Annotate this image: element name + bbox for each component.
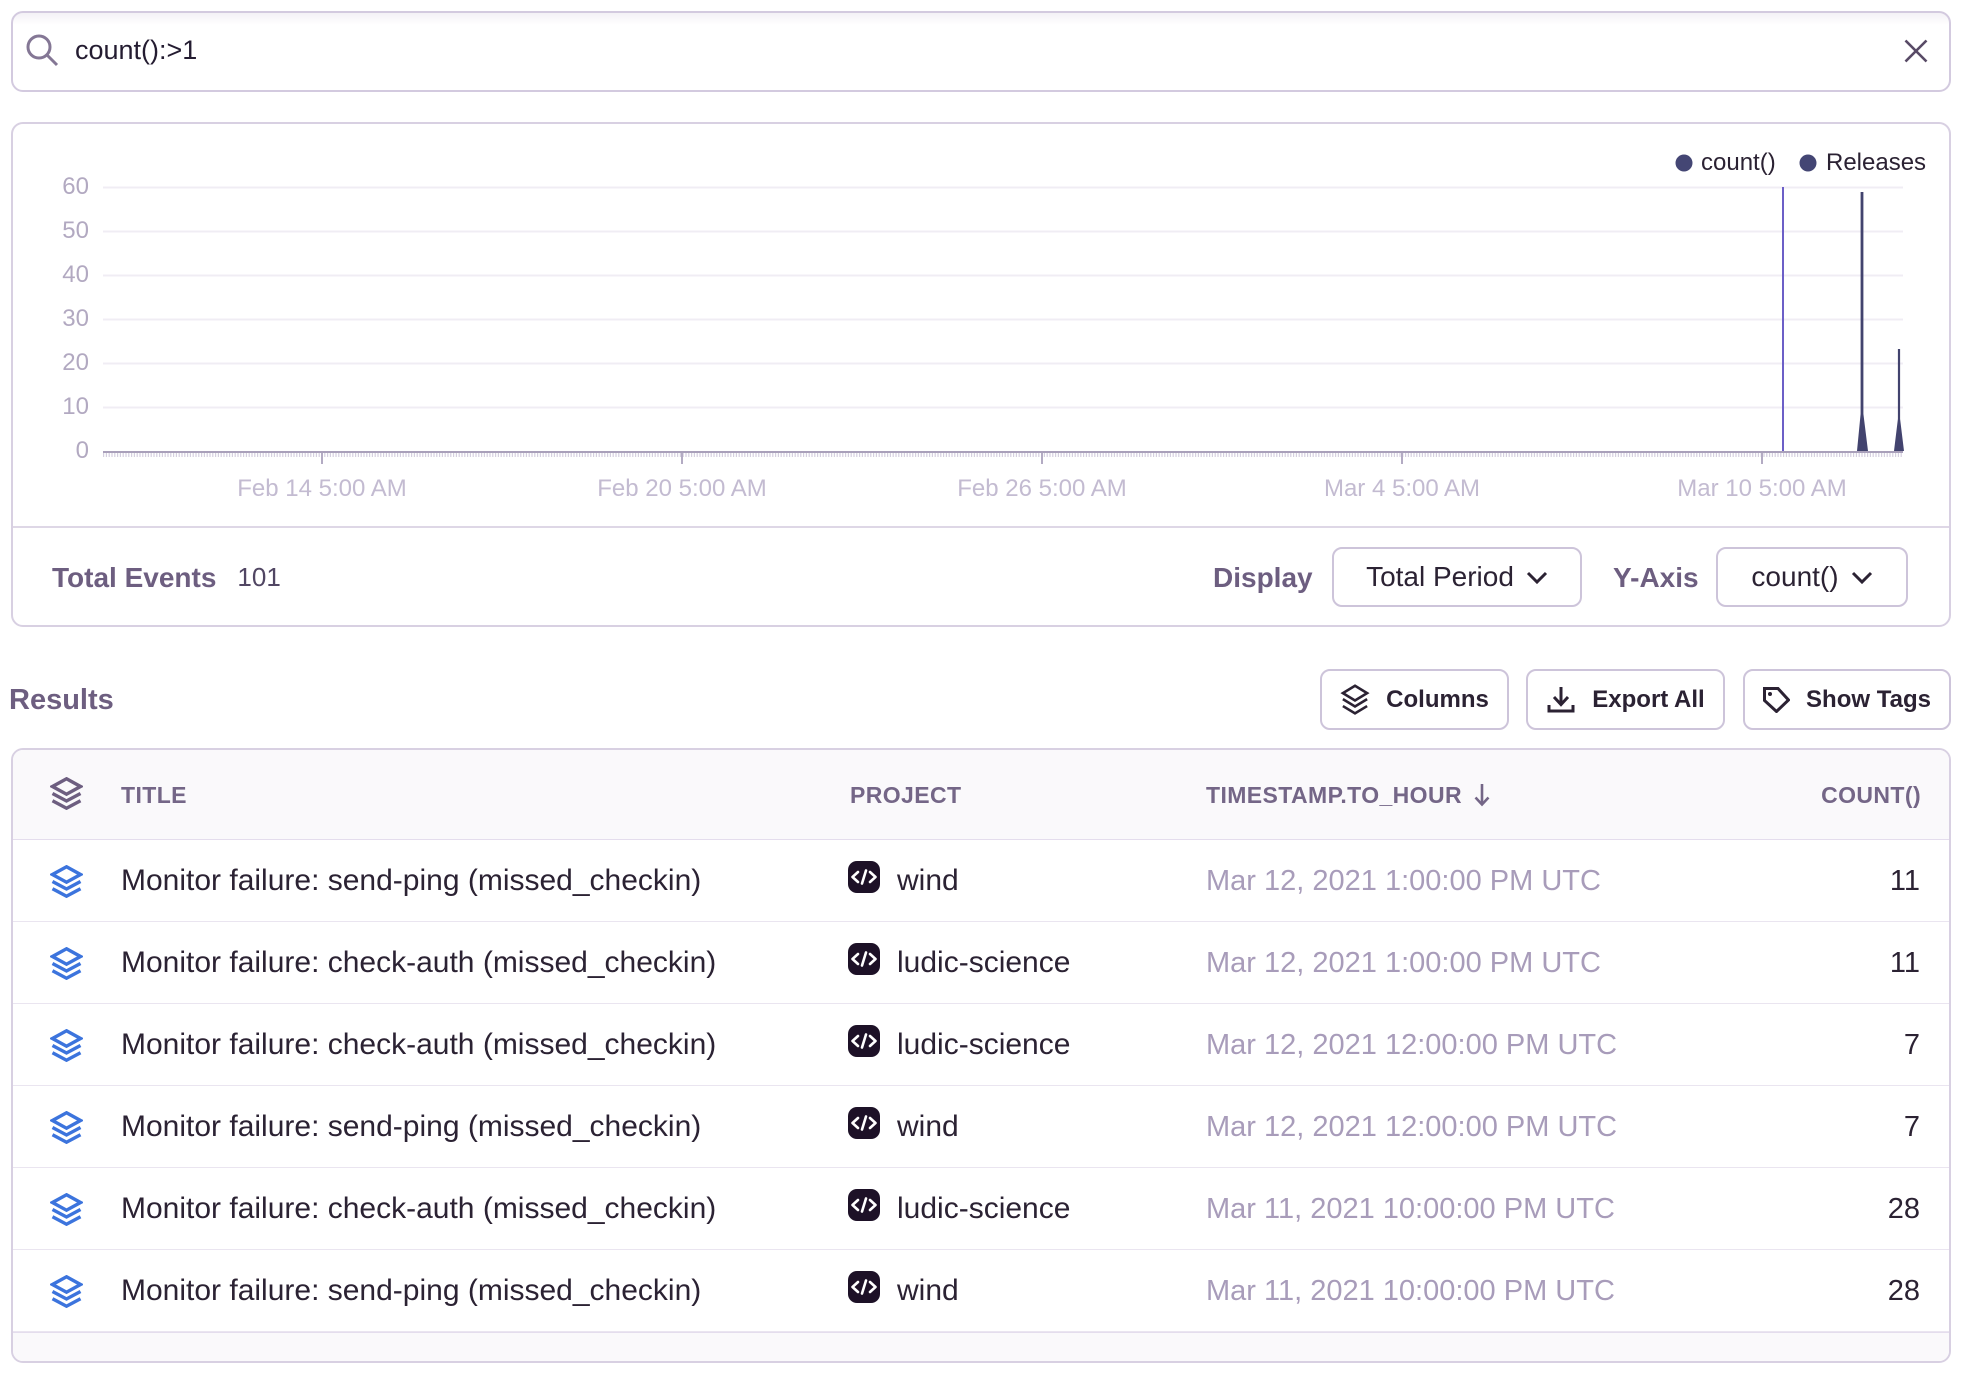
svg-text:0: 0	[76, 437, 89, 464]
svg-text:count(): count()	[1701, 149, 1776, 176]
svg-text:Releases: Releases	[1826, 149, 1926, 176]
svg-text:Mar 10 5:00 AM: Mar 10 5:00 AM	[1677, 475, 1846, 502]
svg-text:Feb 14 5:00 AM: Feb 14 5:00 AM	[237, 475, 406, 502]
svg-text:50: 50	[62, 217, 89, 244]
svg-text:Feb 20 5:00 AM: Feb 20 5:00 AM	[597, 475, 766, 502]
svg-text:30: 30	[62, 305, 89, 332]
svg-text:20: 20	[62, 349, 89, 376]
svg-text:40: 40	[62, 261, 89, 288]
svg-text:Feb 26 5:00 AM: Feb 26 5:00 AM	[957, 475, 1126, 502]
svg-text:10: 10	[62, 393, 89, 420]
svg-text:Mar 4 5:00 AM: Mar 4 5:00 AM	[1324, 475, 1480, 502]
svg-text:60: 60	[62, 173, 89, 200]
